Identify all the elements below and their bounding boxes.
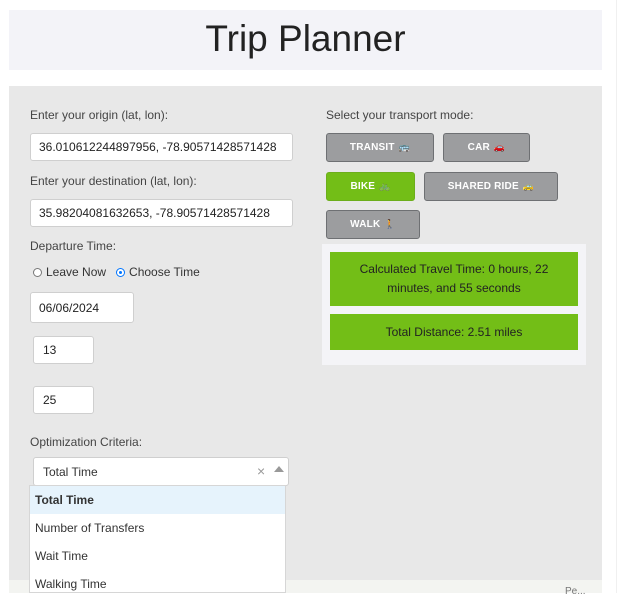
car-mode-button[interactable]: CAR 🚗 bbox=[443, 133, 530, 162]
optimization-option-total-time[interactable]: Total Time bbox=[30, 486, 285, 514]
optimization-option-number-of-transfers[interactable]: Number of Transfers bbox=[30, 514, 285, 542]
walk-mode-button[interactable]: WALK 🚶 bbox=[326, 210, 420, 239]
optimization-option-wait-time[interactable]: Wait Time bbox=[30, 542, 285, 570]
destination-input[interactable]: 35.98204081632653, -78.90571428571428 bbox=[30, 199, 293, 227]
bike-mode-label: BIKE bbox=[350, 181, 376, 192]
transit-mode-button[interactable]: TRANSIT 🚌 bbox=[326, 133, 434, 162]
walk-icon: 🚶 bbox=[384, 219, 396, 229]
optimization-select[interactable]: Total Time × bbox=[33, 457, 289, 486]
shared-ride-mode-label: SHARED RIDE bbox=[447, 181, 519, 192]
shared-car-icon: 🚕 bbox=[522, 181, 535, 191]
distance-result: Total Distance: 2.51 miles bbox=[330, 314, 578, 350]
map-partial-label: Pe... bbox=[565, 586, 586, 597]
departure-hour-input[interactable]: 13 bbox=[33, 336, 94, 364]
chevron-up-icon[interactable] bbox=[274, 466, 284, 472]
departure-time-options: Leave Now Choose Time bbox=[33, 265, 210, 279]
departure-minute-input[interactable]: 25 bbox=[33, 386, 94, 414]
transport-label: Select your transport mode: bbox=[326, 108, 474, 122]
departure-date-input[interactable]: 06/06/2024 bbox=[30, 292, 134, 323]
destination-label: Enter your destination (lat, lon): bbox=[30, 174, 197, 188]
page-title: Trip Planner bbox=[205, 18, 406, 59]
leave-now-radio[interactable] bbox=[33, 267, 42, 277]
car-icon: 🚗 bbox=[493, 142, 506, 152]
car-mode-label: CAR bbox=[467, 142, 490, 153]
window-edge bbox=[616, 0, 617, 593]
choose-time-radio[interactable] bbox=[116, 267, 126, 277]
bike-icon: 🚲 bbox=[379, 181, 391, 191]
departure-label: Departure Time: bbox=[30, 239, 117, 253]
optimization-selected-value: Total Time bbox=[43, 465, 98, 479]
travel-time-result: Calculated Travel Time: 0 hours, 22 minu… bbox=[330, 252, 578, 306]
shared-ride-mode-button[interactable]: SHARED RIDE 🚕 bbox=[424, 172, 558, 201]
origin-label: Enter your origin (lat, lon): bbox=[30, 108, 169, 122]
choose-time-label[interactable]: Choose Time bbox=[129, 265, 200, 279]
optimization-option-walking-time[interactable]: Walking Time bbox=[30, 570, 285, 592]
clear-icon[interactable]: × bbox=[257, 464, 265, 478]
leave-now-label[interactable]: Leave Now bbox=[46, 265, 106, 279]
origin-input[interactable]: 36.010612244897956, -78.90571428571428 bbox=[30, 133, 293, 161]
transit-mode-label: TRANSIT bbox=[349, 142, 395, 153]
walk-mode-label: WALK bbox=[350, 219, 381, 230]
optimization-label: Optimization Criteria: bbox=[30, 435, 143, 449]
bus-icon: 🚌 bbox=[398, 142, 411, 152]
bike-mode-button[interactable]: BIKE 🚲 bbox=[326, 172, 415, 201]
optimization-dropdown: Total Time Number of Transfers Wait Time… bbox=[29, 485, 286, 593]
